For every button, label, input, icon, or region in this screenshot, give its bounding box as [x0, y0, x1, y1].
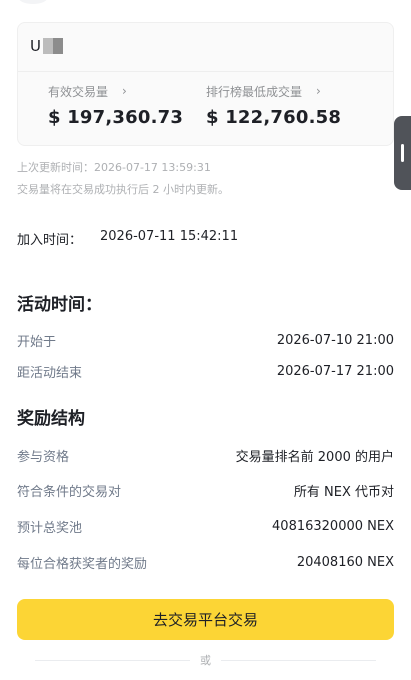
card-divider — [18, 71, 393, 72]
chevron-right-icon: › — [316, 84, 321, 98]
activity-end-row: 距活动结束 2026-07-17 21:00 — [17, 362, 394, 381]
leaderboard-min-stat[interactable]: 排行榜最低成交量 › $ 122,760.58 — [206, 83, 341, 128]
reward-row-value: 20408160 NEX — [296, 554, 394, 570]
handle-grip-icon — [401, 144, 404, 162]
uid-prefix: U — [30, 37, 41, 55]
join-time-label: 加入时间： — [17, 233, 83, 248]
min-label: 排行榜最低成交量 — [206, 84, 303, 99]
or-text: 或 — [200, 654, 211, 667]
reward-row-value: 40816320000 NEX — [272, 518, 394, 534]
uid-redacted-mask — [42, 38, 63, 54]
reward-row: 参与资格 交易量排名前 2000 的用户 — [17, 446, 394, 465]
end-value: 2026-07-17 21:00 — [276, 363, 394, 379]
chevron-right-icon: › — [122, 84, 127, 98]
volume-value: $ 197,360.73 — [48, 107, 184, 128]
join-time-value: 2026-07-11 15:42:11 — [100, 229, 239, 244]
top-decoration — [18, 0, 48, 4]
min-value: $ 122,760.58 — [206, 107, 342, 128]
activity-time-title: 活动时间： — [17, 295, 102, 315]
last-updated-note: 上次更新时间：2026-07-17 13:59:31 — [17, 161, 211, 174]
reward-row-label: 符合条件的交易对 — [17, 484, 122, 500]
min-label-row: 排行榜最低成交量 › — [206, 83, 341, 99]
side-drawer-handle[interactable] — [394, 116, 411, 190]
volume-label-row: 有效交易量 › — [48, 83, 183, 99]
reward-row-label: 参与资格 — [17, 449, 70, 465]
reward-row: 预计总奖池 40816320000 NEX — [17, 517, 394, 536]
volume-stat[interactable]: 有效交易量 › $ 197,360.73 — [48, 83, 183, 128]
update-info-note: 交易量将在交易成功执行后 2 小时内更新。 — [17, 183, 229, 196]
reward-row-label: 预计总奖池 — [17, 520, 83, 536]
or-divider: 或 — [17, 652, 394, 668]
trade-on-exchange-button[interactable]: 去交易平台交易 — [17, 599, 394, 640]
uid-row: U — [30, 37, 63, 55]
reward-row-value: 所有 NEX 代币对 — [293, 484, 394, 500]
activity-start-row: 开始于 2026-07-10 21:00 — [17, 331, 394, 350]
join-time-row: 加入时间： 2026-07-11 15:42:11 — [17, 229, 238, 248]
end-label: 距活动结束 — [17, 365, 83, 381]
reward-structure-title: 奖励结构 — [17, 409, 85, 429]
stats-card: U 有效交易量 › $ 197,360.73 排行榜最低成交量 › $ 122,… — [17, 22, 394, 146]
start-value: 2026-07-10 21:00 — [276, 332, 394, 348]
reward-row: 每位合格获奖者的奖励 20408160 NEX — [17, 553, 394, 572]
reward-row: 符合条件的交易对 所有 NEX 代币对 — [17, 481, 394, 500]
reward-row-value: 交易量排名前 2000 的用户 — [235, 449, 394, 465]
start-label: 开始于 — [17, 334, 57, 350]
divider-line — [35, 659, 190, 661]
reward-row-label: 每位合格获奖者的奖励 — [17, 556, 148, 572]
divider-line — [221, 659, 376, 661]
volume-label: 有效交易量 — [48, 84, 109, 99]
